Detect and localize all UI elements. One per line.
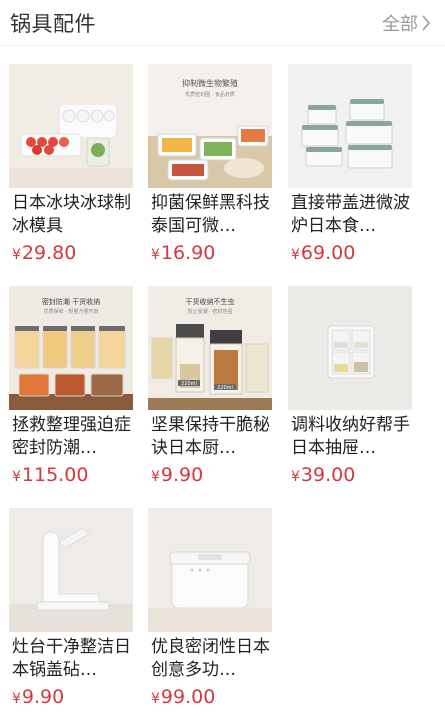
product-price: ¥16.90 — [151, 242, 215, 264]
currency-symbol: ¥ — [151, 469, 160, 485]
currency-symbol: ¥ — [12, 247, 21, 263]
product-card[interactable]: 密封防潮 干货收纳 优质保鲜 · 轻量方便开启 拯救整理强迫症密封防潮… ¥11… — [9, 286, 133, 496]
product-price: ¥69.00 — [291, 242, 355, 264]
spice-box-image — [288, 286, 412, 410]
ice-tray-image — [9, 64, 133, 188]
image-banner-text: 密封防潮 干货收纳 — [42, 297, 100, 306]
product-name[interactable]: 坚果保持干脆秘诀日本厨… — [151, 414, 271, 461]
currency-symbol: ¥ — [12, 691, 21, 707]
price-value: 29.80 — [21, 242, 77, 264]
jar-volume-label: 220ml — [217, 385, 233, 391]
section-title: 锅具配件 — [10, 12, 96, 36]
product-image[interactable] — [9, 64, 133, 188]
product-image[interactable] — [288, 64, 412, 188]
product-name[interactable]: 抑菌保鲜黑科技泰国可微… — [151, 192, 271, 239]
product-name[interactable]: 日本冰块冰球制冰模具 — [12, 192, 132, 239]
product-name[interactable]: 调料收纳好帮手日本抽屉… — [291, 414, 411, 461]
view-all-label: 全部 — [382, 14, 418, 35]
price-value: 99.00 — [160, 686, 216, 708]
currency-symbol: ¥ — [291, 247, 300, 263]
price-value: 16.90 — [160, 242, 216, 264]
product-card[interactable]: 直接带盖进微波炉日本食… ¥69.00 — [288, 64, 412, 274]
product-image[interactable] — [288, 286, 412, 410]
section-header: 锅具配件 全部 — [0, 0, 445, 46]
product-price: ¥29.80 — [12, 242, 76, 264]
product-image[interactable] — [148, 508, 272, 632]
product-name[interactable]: 灶台干净整洁日本锅盖砧… — [12, 636, 132, 683]
image-banner-text: 干货收纳不生虫 — [186, 297, 235, 306]
product-name[interactable]: 直接带盖进微波炉日本食… — [291, 192, 411, 239]
product-card[interactable]: 调料收纳好帮手日本抽屉… ¥39.00 — [288, 286, 412, 496]
price-value: 39.00 — [300, 464, 356, 486]
price-value: 69.00 — [300, 242, 356, 264]
currency-symbol: ¥ — [151, 691, 160, 707]
image-banner-subtext: 防止受潮 · 密封性强 — [188, 308, 233, 315]
price-value: 9.90 — [160, 464, 204, 486]
product-card[interactable]: 灶台干净整洁日本锅盖砧… ¥9.90 — [9, 508, 133, 718]
product-card[interactable]: 抑制微生物繁殖 优质密封圈 · 食品材质 抑菌保鲜黑科技泰国可微… ¥16.90 — [148, 64, 272, 274]
jar-volume-label: 220ml — [181, 381, 197, 387]
product-image[interactable]: 抑制微生物繁殖 优质密封圈 · 食品材质 — [148, 64, 272, 188]
product-price: ¥115.00 — [12, 464, 88, 486]
image-banner-text: 抑制微生物繁殖 — [182, 78, 238, 88]
storage-jars-image: 密封防潮 干货收纳 优质保鲜 · 轻量方便开启 — [9, 286, 133, 410]
currency-symbol: ¥ — [151, 247, 160, 263]
rice-bin-image — [148, 508, 272, 632]
product-name[interactable]: 拯救整理强迫症密封防潮… — [12, 414, 132, 461]
product-card[interactable]: 日本冰块冰球制冰模具 ¥29.80 — [9, 64, 133, 274]
product-price: ¥9.90 — [12, 686, 64, 708]
food-container-image: 抑制微生物繁殖 优质密封圈 · 食品材质 — [148, 64, 272, 188]
chevron-right-icon — [422, 15, 431, 31]
product-card[interactable]: 干货收纳不生虫 防止受潮 · 密封性强 220ml 220ml 坚果保持干脆秘诀… — [148, 286, 272, 496]
image-banner-subtext: 优质保鲜 · 轻量方便开启 — [44, 308, 99, 315]
product-image[interactable] — [9, 508, 133, 632]
stacked-boxes-image — [288, 64, 412, 188]
product-price: ¥39.00 — [291, 464, 355, 486]
product-price: ¥9.90 — [151, 464, 203, 486]
price-value: 115.00 — [21, 464, 89, 486]
currency-symbol: ¥ — [12, 469, 21, 485]
nut-jars-image: 干货收纳不生虫 防止受潮 · 密封性强 220ml 220ml — [148, 286, 272, 410]
product-name[interactable]: 优良密闭性日本创意多功… — [151, 636, 271, 683]
product-price: ¥99.00 — [151, 686, 215, 708]
image-banner-subtext: 优质密封圈 · 食品材质 — [185, 91, 235, 98]
product-card[interactable]: 优良密闭性日本创意多功… ¥99.00 — [148, 508, 272, 718]
view-all-link[interactable]: 全部 — [382, 10, 431, 36]
price-value: 9.90 — [21, 686, 65, 708]
product-image[interactable]: 密封防潮 干货收纳 优质保鲜 · 轻量方便开启 — [9, 286, 133, 410]
product-image[interactable]: 干货收纳不生虫 防止受潮 · 密封性强 220ml 220ml — [148, 286, 272, 410]
currency-symbol: ¥ — [291, 469, 300, 485]
lid-stand-image — [9, 508, 133, 632]
